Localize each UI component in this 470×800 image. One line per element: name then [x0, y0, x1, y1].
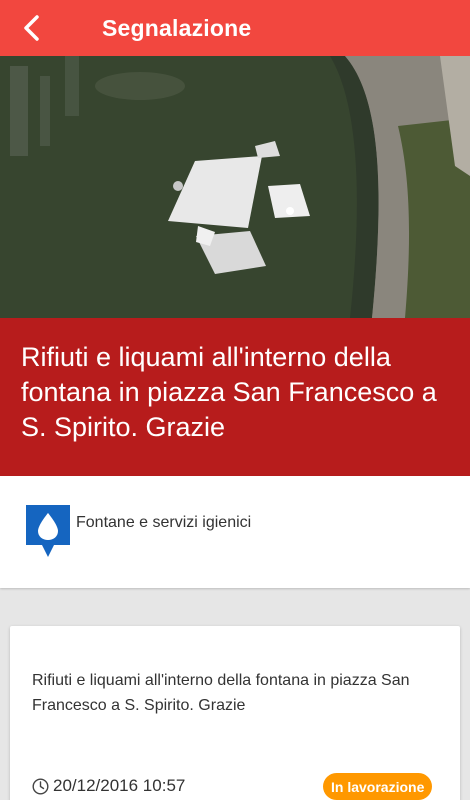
report-date: 20/12/2016 10:57	[53, 776, 186, 795]
report-title: Rifiuti e liquami all'interno della font…	[21, 342, 437, 442]
description-card: Rifiuti e liquami all'interno della font…	[10, 626, 460, 800]
date-row: 20/12/2016 10:57	[32, 776, 185, 796]
status-badge: In lavorazione	[323, 773, 433, 800]
chevron-left-icon	[24, 15, 39, 41]
water-drop-marker-icon	[26, 505, 70, 557]
category-card: Fontane e servizi igienici	[0, 476, 470, 588]
category-label: Fontane e servizi igienici	[76, 514, 252, 531]
page-title: Segnalazione	[102, 14, 252, 41]
clock-icon	[32, 777, 49, 795]
report-description: Rifiuti e liquami all'interno della font…	[32, 672, 410, 714]
back-button[interactable]	[0, 0, 64, 56]
report-photo[interactable]	[0, 56, 470, 318]
app-bar: Segnalazione	[0, 0, 470, 56]
fountain-photo	[0, 56, 470, 318]
report-title-banner: Rifiuti e liquami all'interno della font…	[0, 318, 470, 476]
